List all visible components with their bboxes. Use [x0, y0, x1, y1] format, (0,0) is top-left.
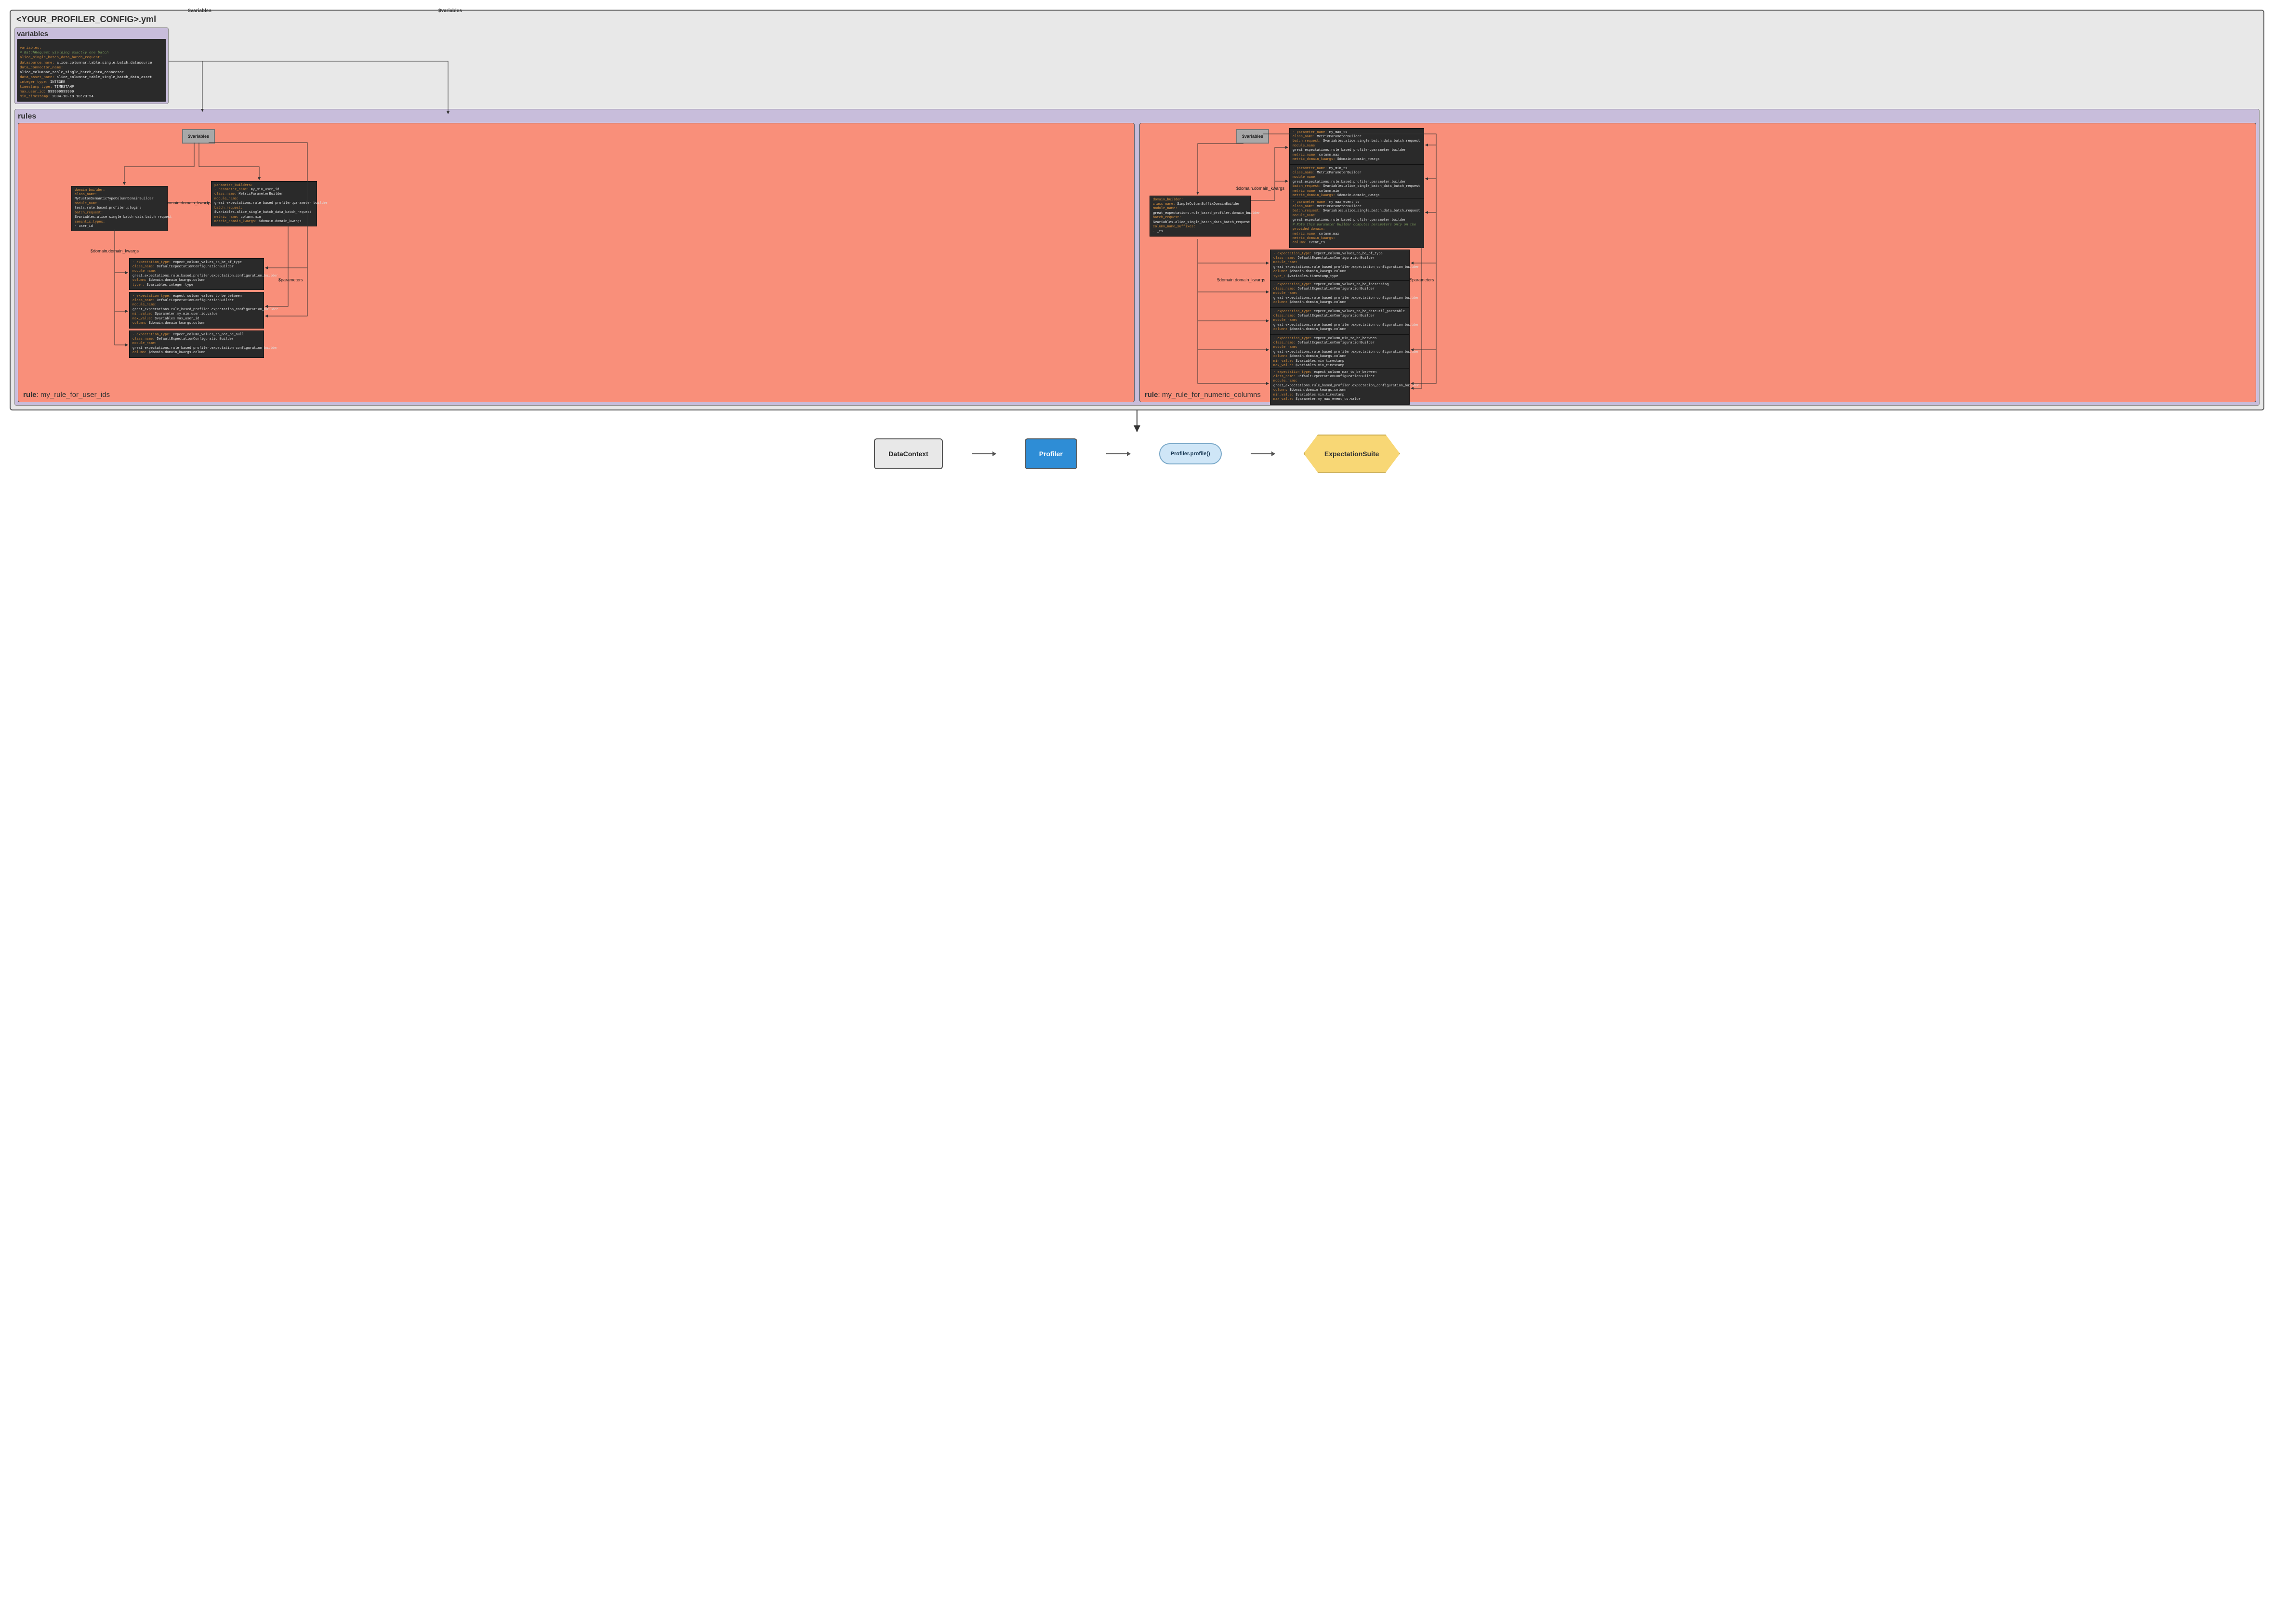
code-val: alice_columnar_table_single_batch_data_c… — [20, 71, 124, 75]
arrow-icon — [1251, 453, 1275, 454]
edge-label-domain-kwargs: $domain.domain_kwargs — [163, 200, 211, 205]
config-title: <YOUR_PROFILER_CONFIG>.yml — [16, 14, 2260, 25]
expectation-box: - expectation_type: expect_column_values… — [1270, 250, 1410, 282]
code-line: min_timestamp: — [20, 95, 50, 99]
variables-title: variables — [17, 30, 166, 38]
domain-builder-box: domain_builder: class_name: SimpleColumn… — [1150, 196, 1251, 237]
arrow-icon — [972, 453, 996, 454]
expectationsuite-label: ExpectationSuite — [1324, 450, 1379, 458]
variables-section: variables variables: # BatchRequest yiel… — [14, 27, 169, 104]
expectation-box: - expectation_type: expect_column_values… — [129, 258, 264, 290]
rule-label: rule: my_rule_for_numeric_columns — [1145, 391, 1261, 399]
code-line: datasource_name: — [20, 61, 54, 65]
config-to-profiler-arrow — [10, 410, 2264, 435]
variables-chip: $variables — [182, 129, 215, 144]
expectation-box: - expectation_type: expect_column_values… — [1270, 307, 1410, 335]
rule-box-numeric-columns: $variables $domain.domain_kwargs $domain… — [1139, 123, 2256, 402]
code-line: integer_type: — [20, 80, 48, 84]
parameter-builder-box: - parameter_name: my_max_event_ts class_… — [1289, 198, 1424, 248]
code-line: data_connector_name: — [20, 66, 63, 70]
datacontext-box: DataContext — [874, 438, 942, 469]
expectation-box: - expectation_type: expect_column_max_to… — [1270, 368, 1410, 405]
code-val: alice_columnar_table_single_batch_dataso… — [54, 61, 152, 65]
expectation-box: - expectation_type: expect_column_values… — [129, 292, 264, 329]
code-line: data_asset_name: — [20, 76, 54, 79]
edge-label-parameters: $parameters — [1410, 277, 1434, 282]
variables-code: variables: # BatchRequest yielding exact… — [17, 39, 166, 102]
code-line: variables: — [20, 46, 41, 50]
code-val: alice_columnar_table_single_batch_data_a… — [54, 76, 152, 79]
profiler-box: Profiler — [1025, 438, 1077, 469]
code-val: TIMESTAMP — [53, 85, 74, 89]
code-line: max_user_id: — [20, 90, 46, 94]
parameter-builder-box: - parameter_name: my_min_ts class_name: … — [1289, 164, 1424, 201]
edge-label-domain-kwargs: $domain.domain_kwargs — [91, 249, 139, 253]
code-val: 2004-10-19 10:23:54 — [50, 95, 93, 99]
rule-box-user-ids: $variables $domain.domain_kwargs $domain… — [18, 123, 1135, 402]
edge-label-parameters: $parameters — [278, 277, 303, 282]
flow-row: DataContext Profiler Profiler.profile() … — [10, 435, 2264, 473]
code-line: alice_single_batch_data_batch_request: — [20, 56, 102, 60]
expectationsuite-diamond: ExpectationSuite — [1304, 435, 1400, 473]
code-line: timestamp_type: — [20, 85, 53, 89]
code-val: 999999999999 — [46, 90, 74, 94]
domain-builder-box: domain_builder: class_name: MyCustomSema… — [71, 186, 168, 232]
code-val: INTEGER — [48, 80, 66, 84]
arrow-icon — [1106, 453, 1130, 454]
edge-label-domain-kwargs: $domain.domain_kwargs — [1217, 277, 1265, 282]
code-line: # BatchRequest yielding exactly one batc… — [20, 51, 109, 55]
parameter-builder-box: parameter_builders: - parameter_name: my… — [211, 181, 317, 227]
expectation-box: - expectation_type: expect_column_values… — [129, 330, 264, 358]
variables-chip: $variables — [1236, 129, 1269, 144]
edge-label-variables-right: $variables — [438, 8, 462, 13]
profiler-profile-pill: Profiler.profile() — [1159, 443, 1222, 464]
expectation-box: - expectation_type: expect_column_min_to… — [1270, 334, 1410, 371]
edge-label-variables-left: $variables — [188, 8, 212, 13]
expectation-box: - expectation_type: expect_column_values… — [1270, 280, 1410, 308]
rules-title: rules — [18, 112, 2256, 121]
rules-section: rules $variables $domain.domain_kwargs $… — [14, 109, 2260, 406]
edge-label-domain-kwargs: $domain.domain_kwargs — [1236, 186, 1284, 191]
profiler-config-container: <YOUR_PROFILER_CONFIG>.yml variables var… — [10, 10, 2264, 410]
rule-label: rule: my_rule_for_user_ids — [23, 391, 110, 399]
parameter-builder-box: - parameter_name: my_max_ts class_name: … — [1289, 128, 1424, 165]
